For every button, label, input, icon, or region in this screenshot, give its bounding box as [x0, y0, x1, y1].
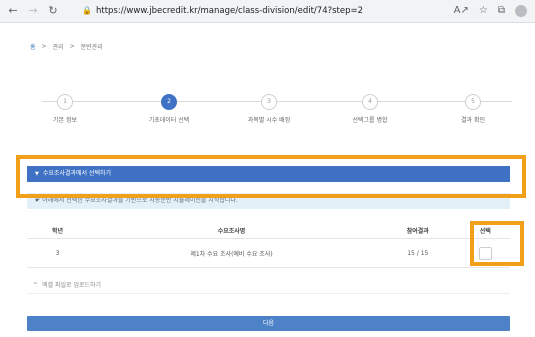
step-label: 기초데이터 선택: [148, 117, 190, 124]
step-hours-assign: 3 과목별 시수 배정: [224, 94, 314, 124]
column-header-survey-name: 수요조사명: [88, 222, 375, 239]
step-number: 1: [57, 94, 73, 110]
select-checkbox[interactable]: [478, 246, 492, 260]
forward-icon[interactable]: →: [26, 4, 40, 18]
breadcrumb: 홈 > 관리 > 분반관리: [30, 42, 103, 51]
step-number: 2: [161, 94, 177, 110]
survey-section-header[interactable]: ▼ 수요조사결과에서 선택하기: [27, 166, 510, 182]
lock-icon: 🔒: [82, 6, 92, 15]
chevron-down-icon: ▼: [35, 171, 39, 177]
step-base-data-select: 2 기초데이터 선택: [124, 94, 214, 124]
browser-toolbar: ← → ↻ 🔒 https://www.jbecredit.kr/manage/c…: [0, 0, 535, 23]
excel-upload-toggle[interactable]: ^ 엑셀 파일로 업로드하기: [27, 278, 510, 294]
profile-icon[interactable]: [515, 5, 527, 17]
column-header-grade: 학년: [27, 222, 89, 239]
cell-survey-name: 제1차 수요 조사(예비 수요 조사): [88, 238, 375, 268]
step-label: 결과 확인: [461, 117, 485, 124]
step-number: 3: [261, 94, 277, 110]
step-label: 선택그룹 병합: [352, 117, 388, 124]
column-header-participation: 참여결과: [374, 222, 461, 239]
info-banner: ☛ 아래에서 선택한 수요조사결과를 기반으로 자동분반 시뮬레이션을 시작합니…: [27, 193, 510, 209]
reader-mode-icon[interactable]: A↗: [454, 4, 469, 18]
breadcrumb-separator: >: [69, 43, 75, 50]
back-icon[interactable]: ←: [6, 4, 20, 18]
collections-icon[interactable]: ⧉: [498, 4, 505, 18]
cell-participation: 15 / 15: [374, 238, 461, 268]
step-number: 5: [465, 94, 481, 110]
step-label: 과목별 시수 배정: [247, 117, 291, 124]
step-basic-info: 1 기본 정보: [20, 94, 110, 124]
column-header-select: 선택: [460, 222, 510, 239]
survey-table: 학년 수요조사명 참여결과 선택 3 제1차 수요 조사(예비 수요 조사) 1…: [27, 222, 510, 268]
breadcrumb-separator: >: [41, 43, 47, 50]
step-label: 기본 정보: [53, 117, 77, 124]
breadcrumb-home[interactable]: 홈: [30, 42, 36, 51]
breadcrumb-item-class-division: 분반관리: [80, 44, 103, 51]
progress-stepper: 1 기본 정보 2 기초데이터 선택 3 과목별 시수 배정 4 선택그룹 병합…: [0, 92, 535, 132]
address-bar[interactable]: 🔒 https://www.jbecredit.kr/manage/class-d…: [82, 3, 382, 19]
reload-icon[interactable]: ↻: [46, 4, 60, 18]
chevron-up-icon: ^: [33, 282, 39, 289]
info-text: 아래에서 선택한 수요조사결과를 기반으로 자동분반 시뮬레이션을 시작합니다.: [42, 197, 238, 204]
table-row: 3 제1차 수요 조사(예비 수요 조사) 15 / 15: [27, 238, 510, 268]
cell-grade: 3: [27, 238, 89, 268]
url-text: https://www.jbecredit.kr/manage/class-di…: [95, 6, 364, 16]
next-button[interactable]: 다음: [27, 316, 510, 331]
section-title: 수요조사결과에서 선택하기: [42, 170, 112, 177]
step-group-merge: 4 선택그룹 병합: [325, 94, 415, 124]
step-result-check: 5 결과 확인: [428, 94, 518, 124]
cell-select: [460, 238, 510, 268]
breadcrumb-item-manage[interactable]: 관리: [53, 42, 64, 51]
table-header-row: 학년 수요조사명 참여결과 선택: [27, 222, 510, 239]
favorites-icon[interactable]: ☆: [479, 4, 488, 18]
excel-upload-label: 엑셀 파일로 업로드하기: [42, 282, 102, 289]
step-number: 4: [362, 94, 378, 110]
